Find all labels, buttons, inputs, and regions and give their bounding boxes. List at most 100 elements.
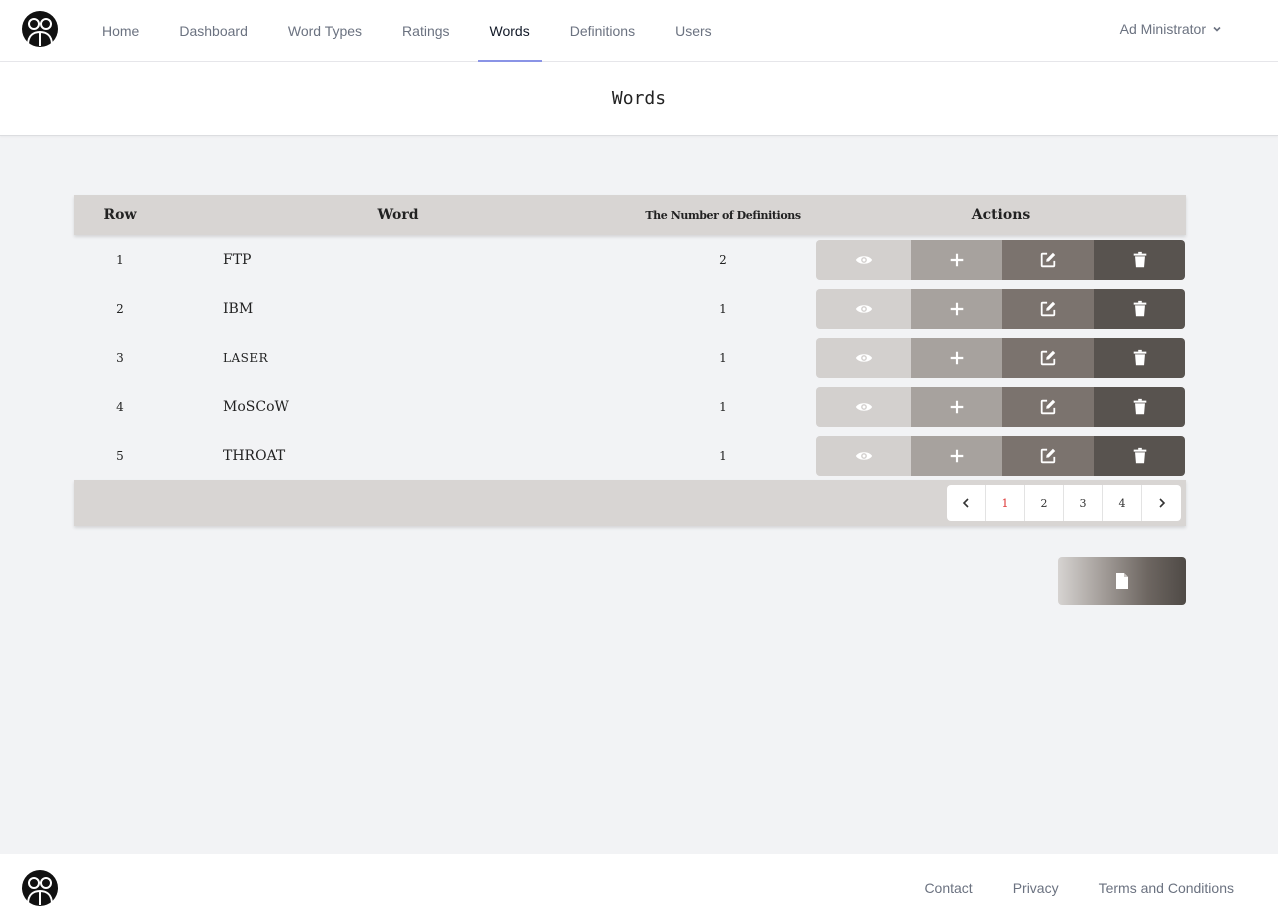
page-title: Words: [611, 88, 667, 109]
trash-icon: [1133, 398, 1146, 414]
edit-button[interactable]: [1002, 337, 1094, 378]
word-cell: THROAT: [223, 447, 286, 464]
trash-icon: [1133, 349, 1146, 365]
trash-icon: [1133, 447, 1146, 463]
pagination-next-button[interactable]: [1142, 485, 1181, 521]
column-header-word: Word: [377, 207, 419, 223]
nav-item-words[interactable]: Words: [477, 0, 542, 62]
row-actions: [816, 435, 1185, 476]
table-footer: 1 2 3 4: [74, 480, 1186, 526]
chevron-down-icon: [1213, 26, 1221, 32]
nav-item-definitions[interactable]: Definitions: [558, 0, 647, 62]
row-actions: [816, 386, 1185, 427]
table-row: 5 THROAT 1: [74, 431, 1186, 480]
footer-link-privacy[interactable]: Privacy: [1013, 880, 1059, 896]
nav-links: Home Dashboard Word Types Ratings Words …: [90, 0, 740, 62]
delete-button[interactable]: [1094, 239, 1185, 280]
row-number: 4: [116, 399, 124, 414]
view-button[interactable]: [816, 337, 911, 378]
table-body: 1 FTP 2 2 IBM 1 3 LASER 1 4 MoSCoW 1 5 THROAT 1: [74, 235, 1186, 480]
column-header-actions: Actions: [971, 207, 1031, 223]
footer-link-terms[interactable]: Terms and Conditions: [1099, 880, 1234, 896]
table-header: Row Word The Number of Definitions Actio…: [74, 195, 1186, 235]
nav-item-dashboard[interactable]: Dashboard: [167, 0, 260, 62]
export-button[interactable]: [1058, 557, 1186, 605]
row-actions: [816, 288, 1185, 329]
page-header: Words: [0, 62, 1278, 136]
edit-icon: [1040, 252, 1056, 267]
row-number: 2: [116, 301, 124, 316]
plus-icon: [950, 302, 963, 315]
pagination-prev-button[interactable]: [947, 485, 986, 521]
word-cell: MoSCoW: [223, 398, 289, 415]
table-row: 1 FTP 2: [74, 235, 1186, 284]
nav-item-word-types[interactable]: Word Types: [276, 0, 374, 62]
footer-links: Contact Privacy Terms and Conditions: [884, 880, 1234, 896]
word-cell: FTP: [223, 251, 252, 268]
plus-icon: [950, 253, 963, 266]
eye-icon: [855, 451, 872, 460]
eye-icon: [855, 255, 872, 264]
definitions-count-cell: 1: [719, 301, 727, 316]
chevron-left-icon: [962, 498, 969, 508]
add-definition-button[interactable]: [911, 386, 1002, 427]
delete-button[interactable]: [1094, 337, 1185, 378]
pagination-page-1[interactable]: 1: [986, 485, 1025, 521]
nav-item-users[interactable]: Users: [663, 0, 724, 62]
edit-button[interactable]: [1002, 288, 1094, 329]
eye-icon: [855, 304, 872, 313]
chevron-right-icon: [1158, 498, 1165, 508]
edit-button[interactable]: [1002, 239, 1094, 280]
edit-button[interactable]: [1002, 435, 1094, 476]
nav-item-home[interactable]: Home: [90, 0, 151, 62]
top-navbar: Home Dashboard Word Types Ratings Words …: [0, 0, 1278, 62]
logo-icon[interactable]: [22, 870, 58, 906]
table-row: 2 IBM 1: [74, 284, 1186, 333]
trash-icon: [1133, 300, 1146, 316]
edit-icon: [1040, 448, 1056, 463]
eye-icon: [855, 353, 872, 362]
nav-item-ratings[interactable]: Ratings: [390, 0, 461, 62]
pagination-page-3[interactable]: 3: [1064, 485, 1103, 521]
user-menu[interactable]: Ad Ministrator: [1120, 0, 1222, 57]
add-definition-button[interactable]: [911, 337, 1002, 378]
definitions-count-cell: 1: [719, 350, 727, 365]
word-cell: IBM: [223, 300, 254, 317]
row-number: 3: [116, 350, 124, 365]
plus-icon: [950, 449, 963, 462]
row-actions: [816, 239, 1185, 280]
footer-link-contact[interactable]: Contact: [924, 880, 972, 896]
pagination: 1 2 3 4: [947, 485, 1181, 521]
column-header-number-of-definitions: The Number of Definitions: [645, 208, 801, 222]
delete-button[interactable]: [1094, 386, 1185, 427]
table-row: 4 MoSCoW 1: [74, 382, 1186, 431]
view-button[interactable]: [816, 239, 911, 280]
logo-icon[interactable]: [22, 11, 58, 47]
pagination-page-2[interactable]: 2: [1025, 485, 1064, 521]
plus-icon: [950, 400, 963, 413]
edit-icon: [1040, 301, 1056, 316]
eye-icon: [855, 402, 872, 411]
delete-button[interactable]: [1094, 435, 1185, 476]
words-table: Row Word The Number of Definitions Actio…: [74, 195, 1186, 526]
plus-icon: [950, 351, 963, 364]
view-button[interactable]: [816, 435, 911, 476]
add-definition-button[interactable]: [911, 288, 1002, 329]
column-header-row: Row: [103, 207, 137, 223]
view-button[interactable]: [816, 288, 911, 329]
edit-icon: [1040, 350, 1056, 365]
definitions-count-cell: 1: [719, 448, 727, 463]
add-definition-button[interactable]: [911, 239, 1002, 280]
footer: Contact Privacy Terms and Conditions: [0, 854, 1278, 920]
row-actions: [816, 337, 1185, 378]
definitions-count-cell: 2: [719, 252, 727, 267]
row-number: 1: [116, 252, 124, 267]
delete-button[interactable]: [1094, 288, 1185, 329]
table-row: 3 LASER 1: [74, 333, 1186, 382]
word-cell: LASER: [223, 350, 269, 365]
edit-button[interactable]: [1002, 386, 1094, 427]
pagination-page-4[interactable]: 4: [1103, 485, 1142, 521]
view-button[interactable]: [816, 386, 911, 427]
row-number: 5: [116, 448, 124, 463]
add-definition-button[interactable]: [911, 435, 1002, 476]
